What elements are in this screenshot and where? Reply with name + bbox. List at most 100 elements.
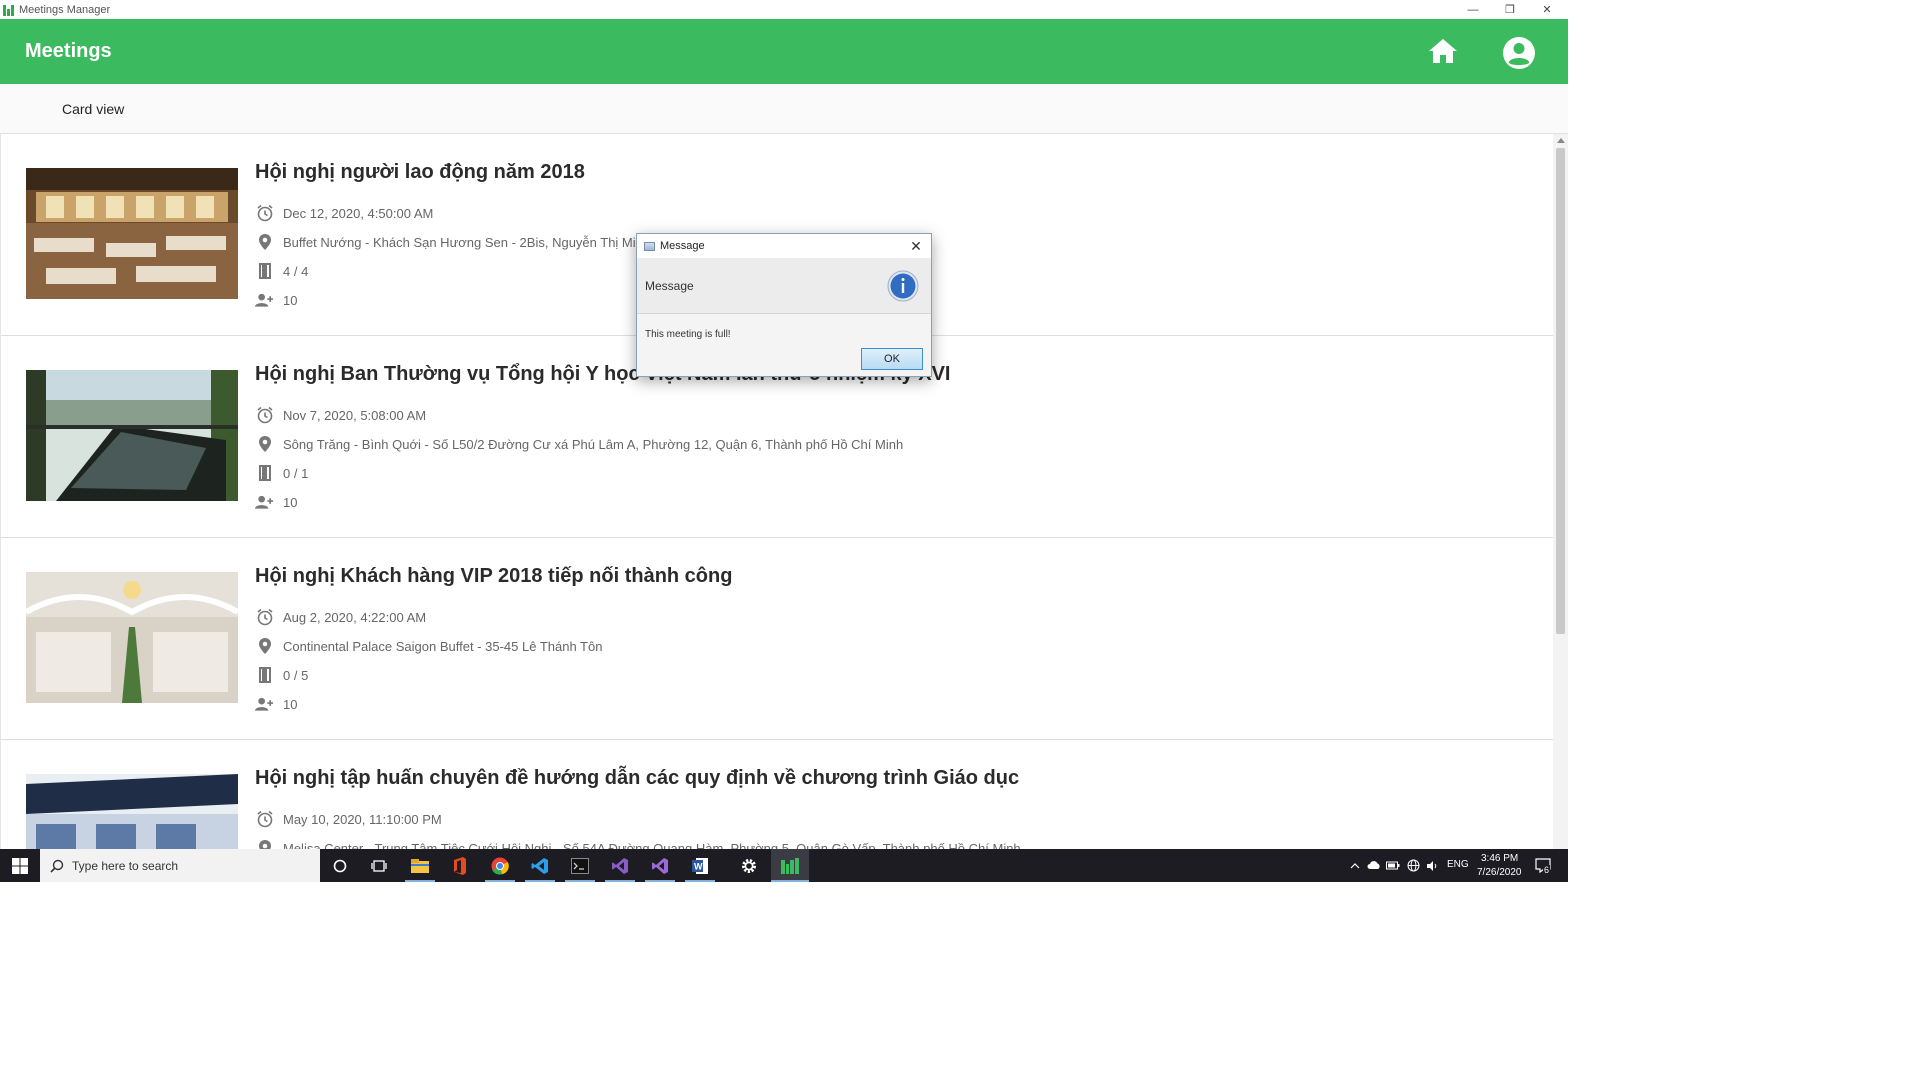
restore-button[interactable]: ❐	[1492, 0, 1528, 19]
window-title: Meetings Manager	[19, 3, 111, 16]
message-dialog: Message ✕ Message This meeting is full! …	[636, 233, 932, 377]
location-icon	[258, 840, 271, 849]
list-scrollbar[interactable]	[1553, 134, 1568, 849]
meeting-location: Buffet Nướng - Khách Sạn Hương Sen - 2Bi…	[283, 234, 643, 250]
visual-studio-2-button[interactable]	[645, 849, 675, 882]
chevron-up-icon	[1350, 862, 1360, 868]
dialog-header-text: Message	[645, 279, 694, 293]
home-icon	[1429, 39, 1457, 63]
window-titlebar: Meetings Manager — ❐ ✕	[0, 0, 1568, 19]
onedrive-button[interactable]	[1366, 849, 1382, 882]
terminal-icon	[571, 857, 589, 874]
dialog-close-button[interactable]: ✕	[907, 237, 925, 255]
start-button[interactable]	[0, 849, 40, 882]
tray-chevron-button[interactable]	[1348, 849, 1362, 882]
cortana-icon	[333, 859, 347, 872]
add-person-icon	[255, 293, 274, 307]
meeting-attendees-row: 10	[255, 290, 297, 310]
minimize-button[interactable]: —	[1455, 0, 1491, 19]
meeting-card[interactable]: Hội nghị Khách hàng VIP 2018 tiếp nối th…	[1, 538, 1553, 740]
meeting-location-row: Continental Palace Saigon Buffet - 35-45…	[255, 636, 602, 656]
meeting-location: Sông Trăng - Bình Quới - Số L50/2 Đường …	[283, 436, 904, 452]
meeting-card[interactable]: Hội nghị tập huấn chuyên đề hướng dẫn cá…	[1, 740, 1553, 849]
meeting-datetime-row: May 10, 2020, 11:10:00 PM	[255, 809, 442, 829]
app-logo-icon	[781, 857, 799, 874]
word-icon: W	[692, 857, 708, 874]
meeting-title: Hội nghị Khách hàng VIP 2018 tiếp nối th…	[255, 565, 733, 587]
meeting-seats-row: 0 / 1	[255, 463, 308, 483]
meeting-seats: 0 / 5	[283, 667, 309, 683]
task-view-icon	[371, 859, 387, 872]
location-icon	[258, 436, 271, 452]
chrome-icon	[491, 857, 509, 875]
office-icon	[454, 856, 466, 875]
account-icon	[1503, 37, 1535, 69]
meeting-datetime-row: Nov 7, 2020, 5:08:00 AM	[255, 405, 426, 425]
cloud-icon	[1367, 861, 1380, 869]
ok-button[interactable]: OK	[861, 348, 923, 370]
word-button[interactable]: W	[685, 849, 715, 882]
meeting-attendees: 10	[283, 494, 298, 510]
view-toolbar: Card view	[0, 84, 1568, 134]
meeting-datetime: May 10, 2020, 11:10:00 PM	[283, 811, 442, 827]
seats-icon	[258, 667, 271, 683]
meeting-location: Continental Palace Saigon Buffet - 35-45…	[283, 638, 603, 654]
seats-icon	[258, 465, 271, 481]
task-view-button[interactable]	[366, 849, 392, 882]
volume-button[interactable]	[1424, 849, 1440, 882]
close-window-button[interactable]: ✕	[1529, 0, 1565, 19]
clock-date[interactable]: 7/26/2020	[1477, 867, 1522, 878]
vscode-button[interactable]	[525, 849, 555, 882]
location-icon	[258, 234, 271, 250]
clock-icon	[256, 204, 273, 222]
clock-icon	[256, 406, 273, 424]
meeting-datetime: Nov 7, 2020, 5:08:00 AM	[283, 407, 427, 423]
scroll-thumb[interactable]	[1556, 148, 1565, 634]
speaker-icon	[1426, 860, 1436, 871]
battery-icon	[1386, 861, 1400, 870]
settings-button[interactable]	[734, 849, 764, 882]
account-button[interactable]	[1502, 36, 1536, 70]
terminal-button[interactable]	[565, 849, 595, 882]
meeting-attendees: 10	[283, 292, 298, 308]
battery-button[interactable]	[1385, 849, 1401, 882]
visual-studio-button[interactable]	[605, 849, 635, 882]
meeting-thumbnail	[26, 774, 238, 849]
meeting-datetime: Dec 12, 2020, 4:50:00 AM	[283, 205, 434, 221]
meeting-location-row: Buffet Nướng - Khách Sạn Hương Sen - 2Bi…	[255, 232, 643, 252]
meeting-thumbnail	[26, 370, 238, 501]
chrome-button[interactable]	[485, 849, 515, 882]
file-explorer-button[interactable]	[405, 849, 435, 882]
language-indicator[interactable]: ENG	[1447, 859, 1469, 870]
notifications-button[interactable]: 6	[1530, 849, 1556, 882]
taskbar: Type here to search W ENG 3:46 PM 7/26/2…	[0, 849, 1568, 882]
search-icon	[50, 859, 64, 873]
meeting-attendees: 10	[283, 696, 298, 712]
svg-text:W: W	[694, 861, 703, 871]
page-title: Meetings	[25, 40, 112, 62]
meeting-title: Hội nghị tập huấn chuyên đề hướng dẫn cá…	[255, 767, 1020, 789]
clock-time[interactable]: 3:46 PM	[1481, 853, 1518, 864]
office-button[interactable]	[445, 849, 475, 882]
cortana-button[interactable]	[326, 849, 354, 882]
clock-icon	[256, 608, 273, 626]
meeting-thumbnail	[26, 168, 238, 299]
meeting-thumbnail	[26, 572, 238, 703]
meetings-manager-taskbar-button[interactable]	[771, 849, 809, 882]
app-header: Meetings	[0, 19, 1568, 84]
meeting-location-row: Melisa Center - Trung Tâm Tiệc Cưới Hội …	[255, 838, 1021, 849]
dialog-title: Message	[660, 240, 705, 252]
network-button[interactable]	[1405, 849, 1421, 882]
gear-icon	[742, 858, 756, 873]
meeting-attendees-row: 10	[255, 694, 297, 714]
home-button[interactable]	[1428, 37, 1458, 65]
dialog-message: This meeting is full!	[645, 329, 731, 340]
taskbar-search[interactable]: Type here to search	[40, 849, 320, 882]
add-person-icon	[255, 495, 274, 509]
card-view-tab[interactable]: Card view	[62, 101, 124, 117]
location-icon	[258, 638, 271, 654]
scroll-up-arrow[interactable]	[1553, 134, 1568, 146]
meeting-seats: 4 / 4	[283, 263, 309, 279]
seats-icon	[258, 263, 271, 279]
dialog-window-icon	[644, 241, 655, 251]
